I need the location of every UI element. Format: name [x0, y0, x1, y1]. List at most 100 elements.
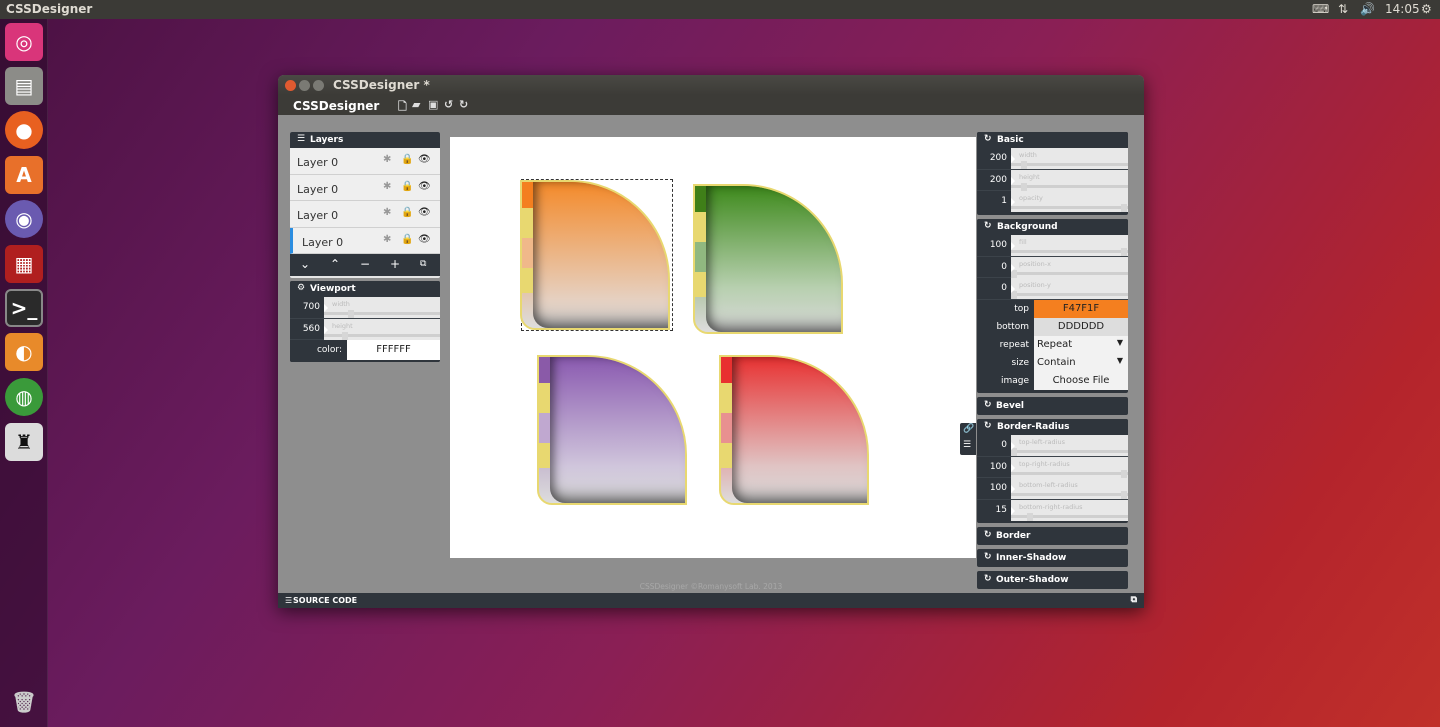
window-title: CSSDesigner *: [333, 78, 430, 92]
chrome-icon[interactable]: ◍: [5, 378, 43, 416]
slider-label: width: [1019, 151, 1037, 159]
layer-row[interactable]: Layer 0 ✱ 🔒 👁: [290, 201, 440, 228]
position-x-slider[interactable]: position-x: [1011, 256, 1128, 278]
reset-icon[interactable]: ↻: [984, 134, 992, 144]
green-shape[interactable]: [693, 184, 843, 334]
redo-icon[interactable]: ↻: [459, 98, 468, 111]
source-code-bar[interactable]: ☰ SOURCE CODE ⧉: [278, 593, 1144, 608]
move-down-icon[interactable]: ⌄: [300, 257, 310, 271]
eye-icon[interactable]: 👁: [418, 181, 431, 192]
asterisk-icon[interactable]: ✱: [383, 181, 391, 192]
copy-icon[interactable]: ⧉: [1131, 595, 1137, 605]
lock-icon[interactable]: 🔒: [401, 154, 413, 165]
layer-row-selected[interactable]: Layer 0 ✱ 🔒 👁: [290, 227, 440, 254]
inner-shadow-panel[interactable]: ↻ Inner-Shadow: [977, 549, 1128, 567]
maximize-icon[interactable]: [313, 80, 324, 91]
repeat-label: repeat: [999, 339, 1029, 350]
trash-icon[interactable]: 🗑: [5, 683, 43, 721]
terminal-icon[interactable]: >_: [5, 289, 43, 327]
keyboard-icon[interactable]: ⌨: [1312, 2, 1329, 16]
slider-label: height: [1019, 172, 1040, 181]
layer-row[interactable]: Layer 0 ✱ 🔒 👁: [290, 148, 440, 175]
top-right-radius-row: 100 top-right-radius: [977, 456, 1128, 478]
move-up-icon[interactable]: ⌃: [330, 257, 340, 271]
network-icon[interactable]: ⇅: [1338, 2, 1348, 16]
layer-row[interactable]: Layer 0 ✱ 🔒 👁: [290, 174, 440, 201]
save-icon[interactable]: ▣: [428, 98, 438, 111]
ubuntu-icon[interactable]: ◎: [5, 23, 43, 61]
bottom-right-radius-slider[interactable]: bottom-right-radius: [1011, 499, 1128, 521]
reset-icon[interactable]: ↻: [984, 530, 992, 540]
link-icon[interactable]: 🔗: [963, 424, 974, 434]
clock[interactable]: 14:05: [1385, 2, 1420, 16]
open-folder-icon[interactable]: ▰: [412, 98, 420, 111]
asterisk-icon[interactable]: ✱: [383, 234, 391, 245]
remove-layer-button[interactable]: −: [360, 257, 370, 271]
top-left-radius-row: 0 top-left-radius: [977, 435, 1128, 457]
cssdesigner-icon[interactable]: ♜: [5, 423, 43, 461]
layer-label: Layer 0: [297, 182, 339, 196]
repeat-select[interactable]: Repeat ▼: [1034, 335, 1128, 354]
purple-shape[interactable]: [537, 355, 687, 505]
software-center-icon[interactable]: A: [5, 156, 43, 194]
minimize-icon[interactable]: [299, 80, 310, 91]
height-slider[interactable]: height: [1011, 169, 1128, 191]
asterisk-icon[interactable]: ✱: [383, 154, 391, 165]
top-right-radius-slider[interactable]: top-right-radius: [1011, 456, 1128, 478]
workspace-switcher-icon[interactable]: ▦: [5, 245, 43, 283]
fill-slider[interactable]: fill: [1011, 235, 1128, 256]
border-panel[interactable]: ↻ Border: [977, 527, 1128, 545]
firefox-icon[interactable]: ●: [5, 111, 43, 149]
pidgin-icon[interactable]: ◉: [5, 200, 43, 238]
viewport-color-row: color: FFFFFF: [290, 340, 440, 362]
basic-header[interactable]: ↻ Basic: [977, 132, 1128, 148]
viewport-height-row: 560 height: [290, 318, 440, 340]
eye-icon[interactable]: 👁: [418, 154, 431, 165]
choose-file-button[interactable]: Choose File: [1034, 371, 1128, 390]
lock-icon[interactable]: 🔒: [401, 234, 413, 245]
list-icon[interactable]: ☰: [963, 440, 971, 450]
basic-opacity-row: 1 opacity: [977, 191, 1128, 213]
red-shape[interactable]: [719, 355, 869, 505]
duplicate-layer-icon[interactable]: ⧉: [420, 259, 426, 269]
background-header[interactable]: ↻ Background: [977, 219, 1128, 235]
bottom-color-input[interactable]: DDDDDD: [1034, 317, 1128, 336]
top-color-row: top F47F1F: [977, 299, 1128, 318]
top-left-radius-slider[interactable]: top-left-radius: [1011, 435, 1128, 456]
asterisk-icon[interactable]: ✱: [383, 207, 391, 218]
reset-icon[interactable]: ↻: [984, 421, 992, 431]
viewport-color-input[interactable]: FFFFFF: [347, 340, 440, 360]
reset-icon[interactable]: ↻: [984, 552, 992, 562]
opacity-slider[interactable]: opacity: [1011, 191, 1128, 212]
list-icon: ☰: [297, 134, 306, 144]
top-color-input[interactable]: F47F1F: [1034, 299, 1128, 318]
close-icon[interactable]: [285, 80, 296, 91]
undo-icon[interactable]: ↺: [444, 98, 453, 111]
bottom-left-radius-slider[interactable]: bottom-left-radius: [1011, 478, 1128, 499]
viewport-height-slider[interactable]: height: [324, 318, 440, 340]
design-canvas[interactable]: [450, 137, 976, 558]
volume-icon[interactable]: 🔊: [1360, 2, 1375, 16]
source-code-label[interactable]: SOURCE CODE: [293, 596, 357, 605]
size-select[interactable]: Contain ▼: [1034, 353, 1128, 372]
viewport-width-slider[interactable]: width: [324, 297, 440, 318]
slider-label: position-y: [1019, 281, 1051, 289]
border-radius-header[interactable]: ↻ Border-Radius: [977, 419, 1128, 435]
lock-icon[interactable]: 🔒: [401, 181, 413, 192]
eye-icon[interactable]: 👁: [418, 207, 431, 218]
add-layer-button[interactable]: +: [390, 257, 400, 271]
bottom-color-row: bottom DDDDDD: [977, 317, 1128, 336]
bevel-panel[interactable]: ↻ Bevel: [977, 397, 1128, 415]
reset-icon[interactable]: ↻: [984, 221, 992, 231]
eye-icon[interactable]: 👁: [418, 234, 431, 245]
border-radius-panel: ↻ Border-Radius 0 top-left-radius 100 top-r…: [977, 419, 1128, 523]
settings-gear-icon[interactable]: ⚙: [1421, 2, 1432, 16]
files-icon[interactable]: ▤: [5, 67, 43, 105]
width-slider[interactable]: width: [1011, 148, 1128, 169]
lock-icon[interactable]: 🔒: [401, 207, 413, 218]
shotwell-icon[interactable]: ◐: [5, 333, 43, 371]
reset-icon[interactable]: ↻: [984, 400, 992, 410]
layer-label: Layer 0: [297, 209, 339, 222]
position-y-value: 0: [1001, 283, 1007, 293]
position-y-slider[interactable]: position-y: [1011, 278, 1128, 299]
